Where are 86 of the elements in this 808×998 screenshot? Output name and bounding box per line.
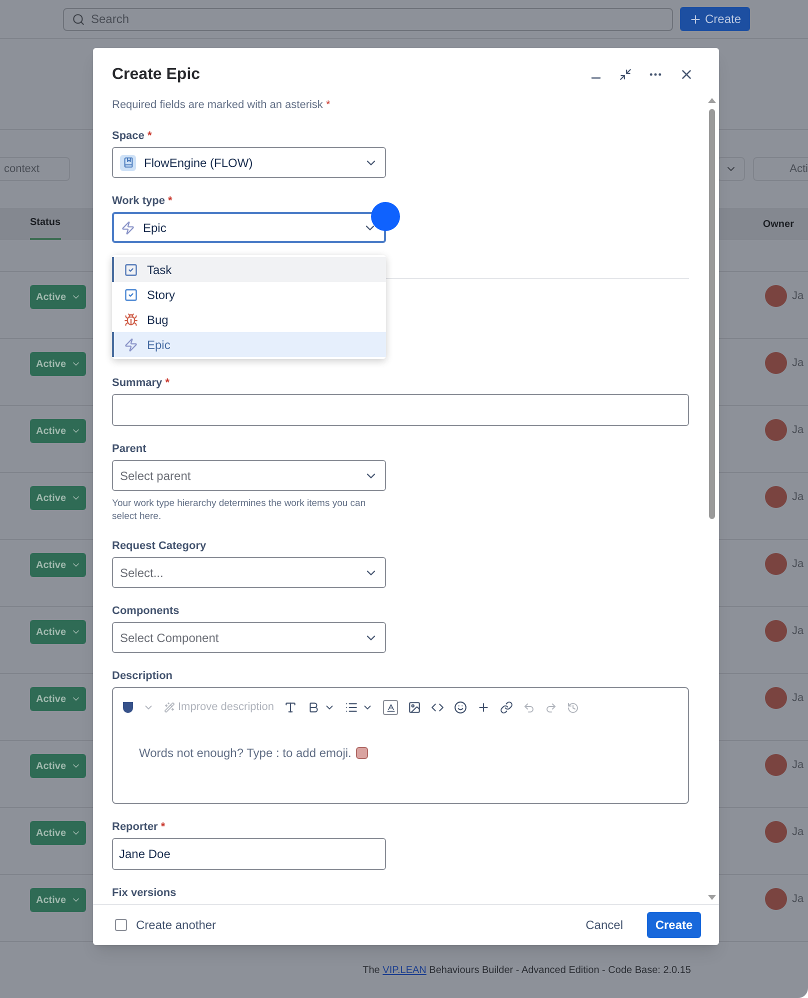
column-header: Status <box>30 208 61 240</box>
owner-name: Ja <box>792 758 804 773</box>
status-badge[interactable]: Active <box>30 553 86 577</box>
field-label: Reporter * <box>112 820 166 834</box>
owner-name: Ja <box>792 824 804 840</box>
dialog-title: Create Epic <box>112 64 200 85</box>
owner-name: Ja <box>792 556 804 572</box>
dropdown-option[interactable]: Task <box>112 257 386 282</box>
plus-icon <box>688 12 702 26</box>
select-field[interactable]: Epic <box>112 212 386 244</box>
checkbox[interactable] <box>115 919 127 932</box>
scrollbar[interactable] <box>708 98 716 900</box>
dropdown-option[interactable]: Bug <box>112 307 386 332</box>
status-badge[interactable]: Active <box>30 285 86 309</box>
column-header: Owner <box>762 218 794 232</box>
create-button[interactable]: Create <box>680 7 750 31</box>
owner-name: Ja <box>792 422 804 438</box>
filter-field[interactable]: Acti <box>753 157 808 181</box>
wand-icon <box>164 702 175 714</box>
bug-icon <box>124 312 138 327</box>
helper-text: Your work type hierarchy determines the work items you can select here. <box>112 497 367 524</box>
smiley-icon[interactable] <box>454 701 467 714</box>
field-label: Description <box>112 669 174 684</box>
text-input[interactable]: Jane Doe <box>112 838 386 870</box>
field-label: Work type * <box>112 194 174 208</box>
link-icon[interactable] <box>500 701 513 714</box>
field-label: Components <box>112 604 180 618</box>
collapse-icon[interactable] <box>619 68 632 82</box>
improve-description-button[interactable]: Improve description <box>178 699 274 716</box>
select-field[interactable]: Select... <box>112 557 386 588</box>
select-placeholder: Select parent <box>120 468 191 485</box>
footer-text: The VIP.LEAN Behaviours Builder - Advanced Edition - Code Base: 2.0.15 <box>362 964 691 978</box>
list-icon[interactable] <box>345 701 358 714</box>
lightning-icon <box>121 220 135 235</box>
required-note: Required fields are marked with an asterisk * <box>112 98 332 113</box>
owner-name: Ja <box>792 288 804 304</box>
dropdown-option[interactable]: Epic <box>112 332 386 358</box>
field-label: Summary * <box>112 376 170 390</box>
owner-name: Ja <box>792 490 804 505</box>
text-input[interactable] <box>112 394 689 426</box>
owner-name: Ja <box>792 892 804 907</box>
status-badge[interactable]: Active <box>30 486 86 510</box>
checkbox-icon <box>124 288 138 302</box>
lightning-icon <box>124 338 138 352</box>
status-badge[interactable]: Active <box>30 352 86 376</box>
field-label: Request Category <box>112 539 208 554</box>
select-field[interactable]: Select parent <box>112 460 386 492</box>
dropdown-option[interactable]: Story <box>112 282 386 308</box>
footer-link[interactable]: VIP.LEAN <box>382 964 426 976</box>
status-badge[interactable]: Active <box>30 888 86 912</box>
filter-field[interactable]: context <box>0 157 70 181</box>
status-badge[interactable]: Active <box>30 821 86 845</box>
shield-icon[interactable] <box>123 702 133 714</box>
search-field[interactable]: Search <box>63 8 673 30</box>
status-badge[interactable]: Active <box>30 419 86 443</box>
plus-icon[interactable] <box>477 701 490 714</box>
text-color-icon[interactable] <box>383 700 398 716</box>
cancel-button[interactable]: Cancel <box>576 912 633 938</box>
status-badge[interactable]: Active <box>30 687 86 711</box>
search-icon <box>72 12 85 26</box>
bold-icon[interactable] <box>307 701 320 714</box>
book-icon <box>120 154 136 171</box>
select-placeholder: Select... <box>120 564 164 582</box>
select-value: FlowEngine (FLOW) <box>144 154 253 172</box>
select-value: Epic <box>143 220 166 237</box>
code-icon[interactable] <box>431 701 444 714</box>
editor-placeholder: Words not enough? Type : to add emoji. <box>139 744 352 762</box>
rich-text-editor[interactable]: Improve description Words not enough? Type : to add emoji. <box>112 687 689 804</box>
owner-name: Ja <box>792 624 804 639</box>
owner-name: Ja <box>792 356 804 371</box>
text-style-icon[interactable] <box>284 701 297 714</box>
status-badge[interactable]: Active <box>30 754 86 778</box>
create-button[interactable]: Create <box>647 912 701 938</box>
search-placeholder: Search <box>91 11 130 28</box>
select-placeholder: Select Component <box>120 630 219 647</box>
select-field[interactable]: Select Component <box>112 622 386 654</box>
owner-name: Ja <box>792 690 804 706</box>
checkbox-label: Create another <box>136 917 216 934</box>
select-field[interactable]: FlowEngine (FLOW) <box>112 147 386 178</box>
field-label: Fix versions <box>112 886 178 900</box>
status-badge[interactable]: Active <box>30 620 86 644</box>
field-label: Parent <box>112 442 148 456</box>
checkbox-icon <box>124 262 138 277</box>
input-value: Jane Doe <box>119 846 170 864</box>
field-label: Space * <box>112 129 153 144</box>
image-icon[interactable] <box>408 701 421 714</box>
